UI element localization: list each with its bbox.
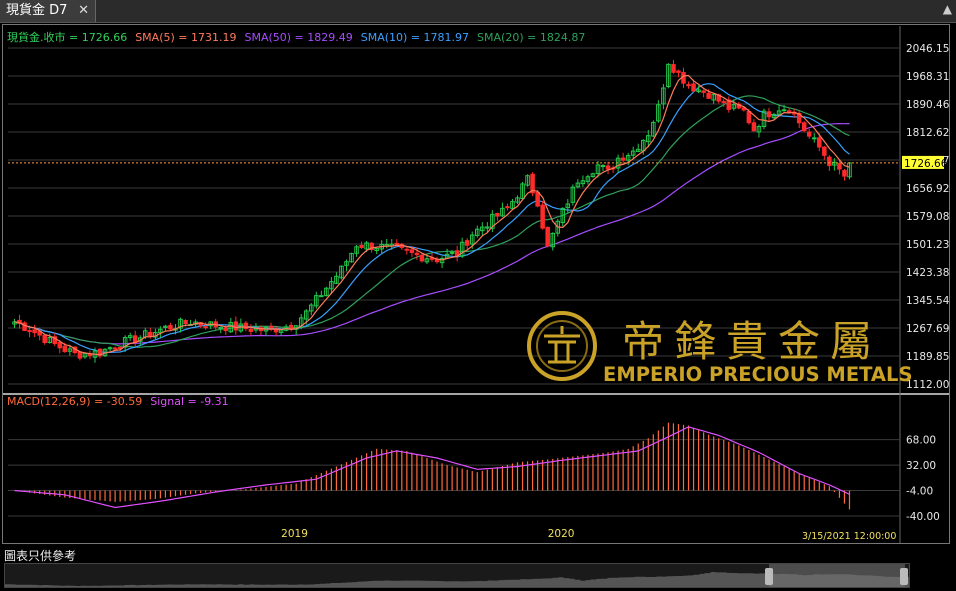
sma20-line	[14, 95, 850, 348]
candle-body	[248, 328, 254, 332]
price-tick-label: 1267.69	[906, 323, 949, 335]
x-tick-2020: 2020	[548, 528, 575, 540]
macd-legend-item: Signal = -9.31	[150, 395, 228, 408]
candle-body	[801, 122, 807, 132]
brand-english-name: EMPERIO PRECIOUS METALS	[603, 363, 913, 386]
brand-logo	[527, 311, 597, 381]
candle-body	[766, 111, 772, 118]
candle-body	[57, 342, 63, 349]
price-tick-label: 2046.15	[906, 43, 949, 55]
x-tick-2019: 2019	[281, 528, 308, 540]
logo-glyph	[544, 326, 580, 364]
candle-body	[545, 226, 550, 247]
macd-legend-item: MACD(12,26,9) = -30.59	[7, 395, 142, 408]
logo-ring	[527, 311, 597, 381]
scroll-handle-left[interactable]	[765, 568, 773, 585]
last-price-label: 1726.66	[904, 158, 948, 170]
candle-body	[112, 347, 118, 350]
candle-body	[812, 137, 817, 140]
candle-body	[409, 249, 415, 253]
candle-body	[822, 146, 827, 156]
candle-body	[751, 122, 757, 132]
legend-item: SMA(50) = 1829.49	[244, 31, 352, 44]
candle-body	[837, 163, 842, 170]
sma10-line	[14, 83, 850, 353]
candle-body	[319, 295, 324, 298]
price-tick-label: 1345.54	[906, 295, 950, 307]
candle-body	[495, 213, 500, 217]
price-tick-label: 1189.85	[906, 351, 949, 363]
price-tick-label: 1579.08	[906, 211, 949, 223]
overview-selection[interactable]	[769, 564, 905, 588]
legend-item: SMA(20) = 1824.87	[477, 31, 585, 44]
candle-body	[806, 131, 812, 137]
candle-body	[223, 327, 229, 332]
candle-body	[535, 191, 540, 207]
candle-body	[620, 157, 626, 161]
candle-body	[505, 206, 510, 209]
candle-body	[233, 321, 239, 331]
price-tick-label: 1656.92	[906, 183, 949, 195]
candle-body	[414, 252, 420, 256]
candle-body	[781, 109, 787, 112]
candle-body	[268, 325, 274, 329]
sma5-line	[14, 74, 850, 356]
price-tick-label: 1423.38	[906, 267, 949, 279]
price-tick-label: 1112.00	[906, 379, 949, 391]
disclaimer: 圖表只供參考	[4, 549, 77, 563]
candle-body	[27, 330, 32, 333]
candle-body	[359, 244, 364, 249]
macd-tick-label: 68.00	[906, 435, 936, 447]
candle-body	[168, 325, 173, 330]
candle-body	[676, 70, 681, 73]
candle-body	[42, 334, 47, 343]
brand-chinese-name: 帝鋒貴金屬	[622, 317, 882, 366]
candle-body	[701, 90, 706, 93]
candle-body	[419, 254, 425, 262]
price-tick-label: 1968.31	[906, 71, 949, 83]
legend-item: 現貨金.收市 = 1726.66	[7, 30, 127, 44]
candle-body	[203, 326, 208, 329]
macd-tick-label: 32.00	[906, 460, 936, 472]
sma50-line	[14, 122, 850, 345]
candle-body	[842, 170, 847, 177]
candle-body	[540, 204, 545, 229]
scroll-handle-right[interactable]	[900, 568, 908, 585]
candle-body	[827, 156, 832, 167]
candle-body	[404, 248, 410, 251]
price-tick-label: 1501.23	[906, 239, 949, 251]
x-tick-last-date: 3/15/2021 12:00:00	[802, 531, 896, 542]
candle-body	[32, 329, 37, 334]
candle-body	[686, 84, 691, 87]
chart-canvas[interactable]: 2046.151968.311890.461812.621734.771656.…	[0, 0, 956, 545]
macd-tick-label: -4.00	[906, 486, 933, 498]
candle-body	[77, 351, 83, 359]
candle-body	[605, 165, 611, 170]
candle-body	[706, 92, 711, 99]
candle-body	[817, 137, 822, 148]
legend-item: SMA(5) = 1731.19	[135, 31, 236, 44]
candle-body	[62, 345, 68, 352]
timeline-overview	[5, 564, 909, 588]
candle-body	[721, 101, 726, 104]
candle-body	[691, 83, 696, 92]
candle-body	[746, 111, 752, 124]
price-tick-label: 1812.62	[906, 127, 949, 139]
price-tick-label: 1890.46	[906, 99, 950, 111]
candle-body	[449, 251, 455, 254]
legend-item: SMA(10) = 1781.97	[361, 31, 469, 44]
candle-body	[464, 240, 470, 246]
timeline-scrollbar[interactable]	[4, 563, 910, 588]
candle-body	[671, 64, 676, 73]
candle-body	[183, 320, 188, 325]
macd-tick-label: -40.00	[906, 511, 940, 523]
candle-body	[600, 165, 606, 168]
